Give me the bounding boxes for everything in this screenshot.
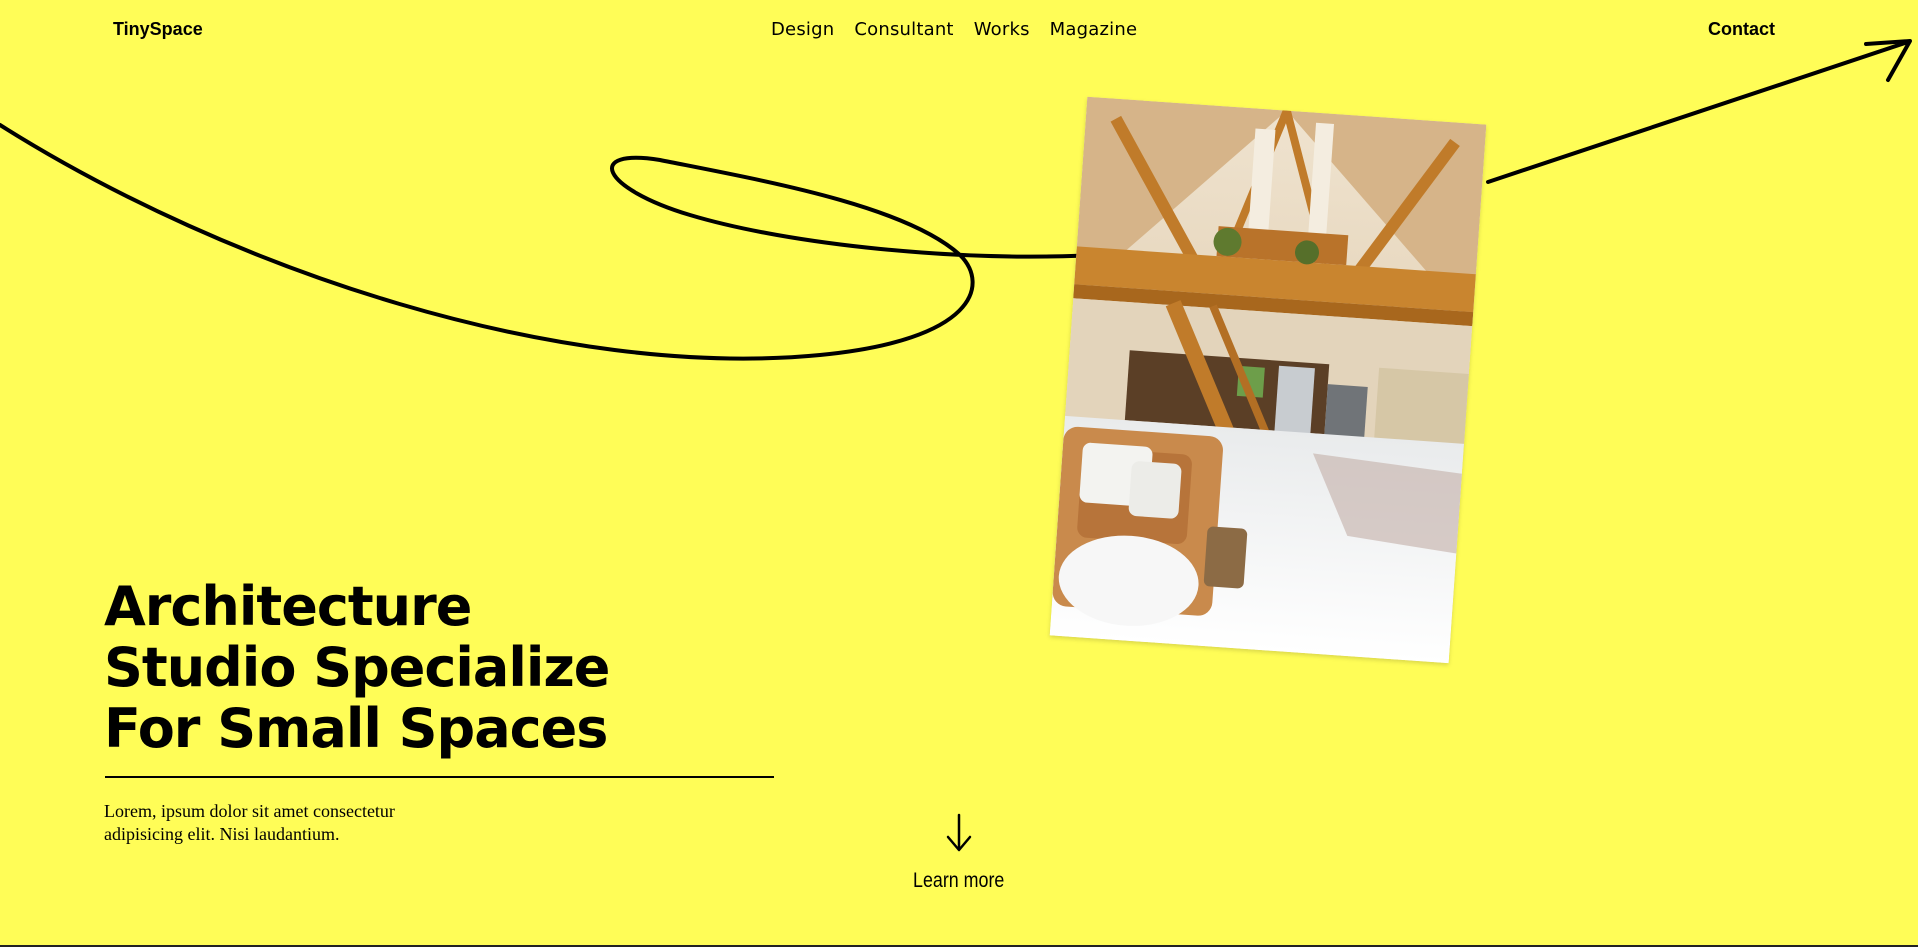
- hero-image: [1049, 96, 1487, 664]
- headline-divider: [105, 776, 774, 778]
- hero-description: Lorem, ipsum dolor sit amet consectetur …: [104, 801, 395, 844]
- hero-headline: Architecture Studio Specialize For Small…: [104, 575, 610, 760]
- headline-line-3: For Small Spaces: [104, 697, 608, 760]
- learn-more-label: Learn more: [913, 869, 1005, 892]
- headline-line-1: Architecture: [104, 575, 472, 638]
- headline-line-2: Studio Specialize: [104, 636, 610, 699]
- arrow-down-icon: [946, 813, 972, 852]
- learn-more-button[interactable]: Learn more: [900, 813, 1018, 893]
- curved-arrow-icon: [0, 39, 1912, 361]
